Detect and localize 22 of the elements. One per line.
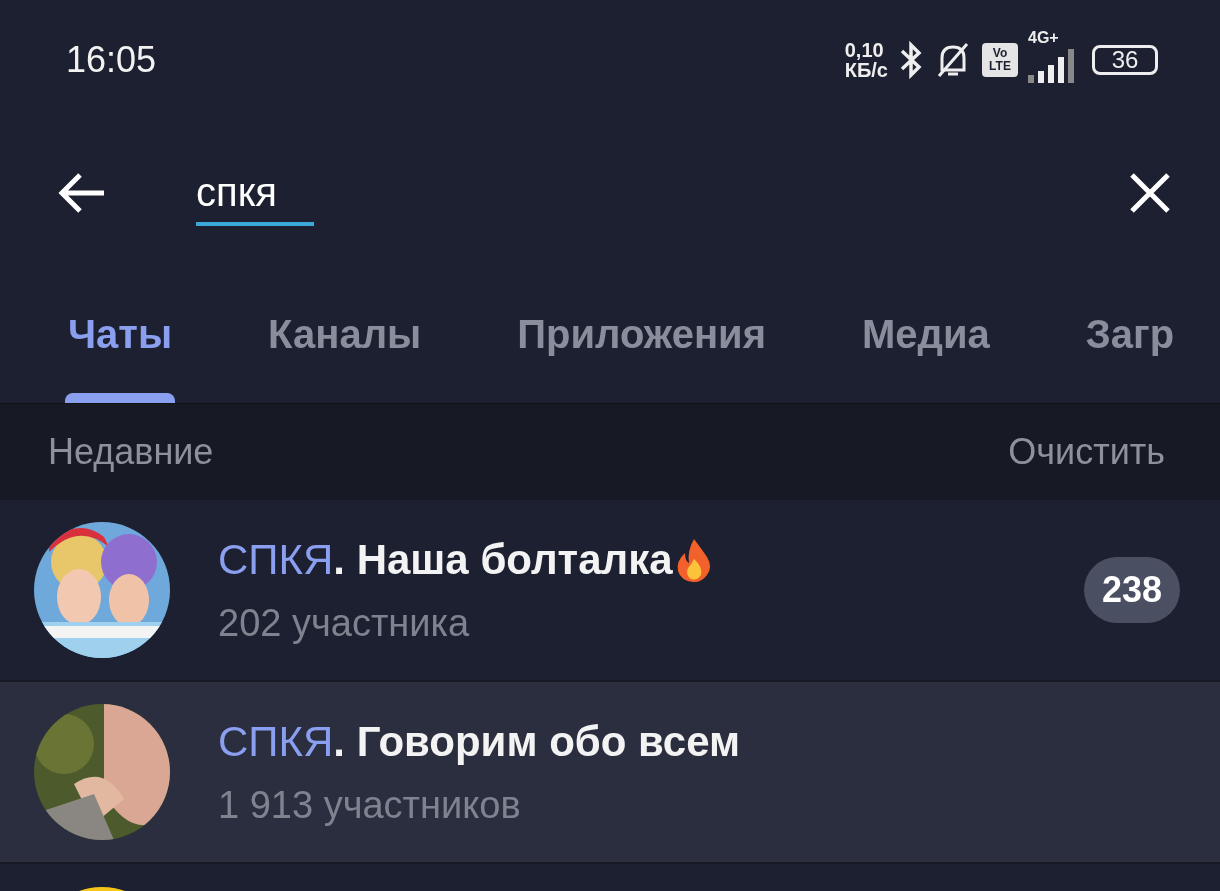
chat-title: СПКЯ. Наша болталка — [218, 535, 673, 584]
battery-icon: 36 — [1092, 45, 1158, 75]
section-title: Недавние — [48, 431, 214, 473]
chat-row[interactable]: СПКЯ. Говорим обо всем 1 913 участников — [0, 682, 1220, 864]
member-count: 202 участника — [218, 601, 471, 645]
tab[interactable]: Чаты — [48, 265, 193, 403]
tab[interactable]: Загр — [1065, 265, 1195, 403]
net-speed: 0,10 КБ/с — [844, 40, 888, 80]
unread-badge: 238 — [1083, 557, 1180, 623]
bluetooth-icon — [898, 40, 924, 80]
search-field[interactable]: спкя — [196, 170, 696, 215]
member-count: 1 913 участников — [218, 783, 522, 827]
tab[interactable]: Каналы — [248, 265, 442, 403]
chat-title: СПКЯ. Говорим обо всем — [218, 717, 741, 766]
network-label: 4G+ — [1028, 29, 1059, 47]
tab[interactable]: Приложения — [497, 265, 786, 403]
volte-badge: Vo LTE — [982, 43, 1018, 77]
signal-icon — [1028, 49, 1076, 85]
clear-button[interactable]: Очистить — [1008, 431, 1165, 473]
tab[interactable]: Медиа — [841, 265, 1010, 403]
close-button[interactable] — [1128, 170, 1172, 215]
clock: 16:05 — [66, 39, 157, 81]
